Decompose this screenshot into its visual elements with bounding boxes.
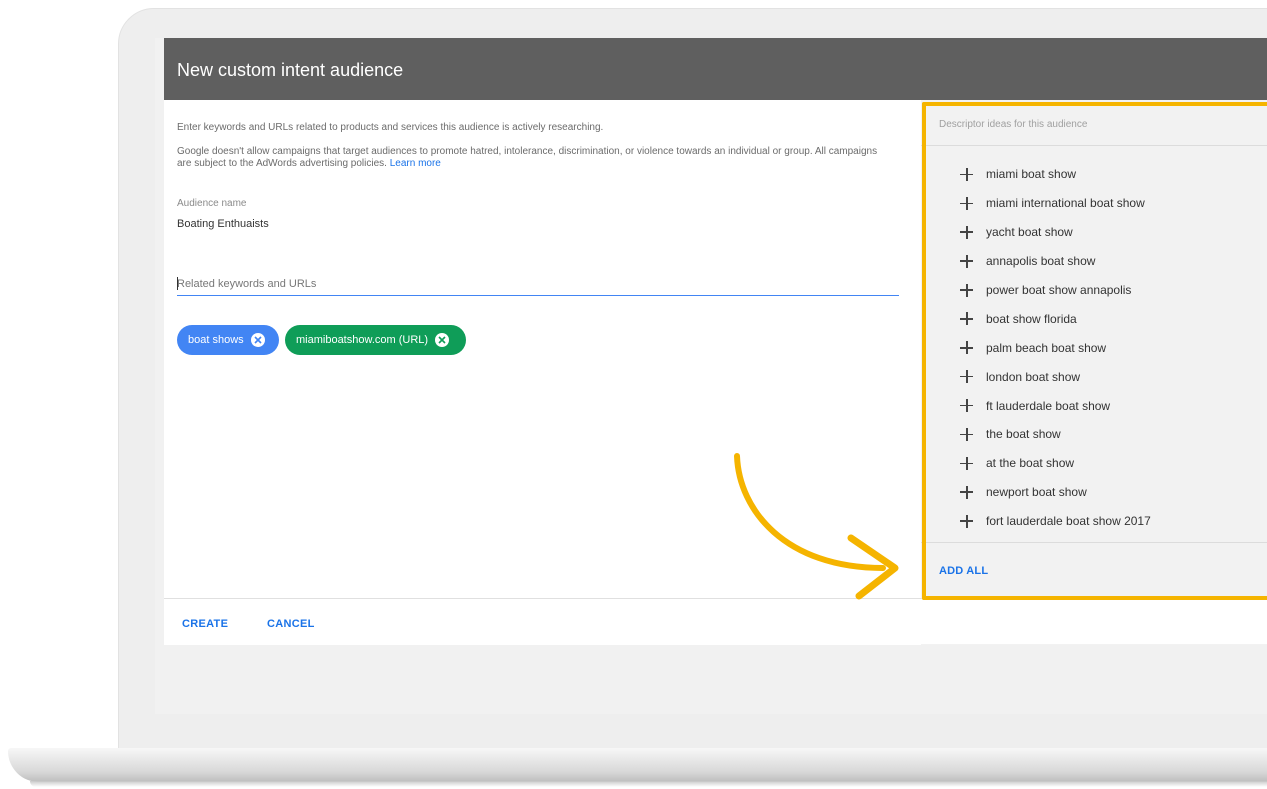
idea-label: yacht boat show	[986, 225, 1073, 240]
descriptor-ideas-panel: Descriptor ideas for this audience miami…	[921, 100, 1267, 645]
idea-label: miami international boat show	[986, 196, 1145, 211]
idea-item[interactable]: london boat show	[921, 362, 1267, 391]
idea-label: fort lauderdale boat show 2017	[986, 514, 1151, 529]
plus-icon[interactable]	[960, 399, 973, 413]
policy-text-body: Google doesn't allow campaigns that targ…	[177, 146, 878, 169]
divider	[921, 542, 1267, 543]
plus-icon[interactable]	[960, 341, 973, 355]
idea-label: ft lauderdale boat show	[986, 398, 1111, 413]
audience-name-label: Audience name	[177, 198, 247, 209]
idea-item[interactable]: newport boat show	[921, 478, 1267, 507]
idea-item[interactable]: fort lauderdale boat show 2017	[921, 507, 1267, 536]
plus-icon[interactable]	[960, 370, 973, 384]
plus-icon[interactable]	[960, 427, 973, 441]
idea-item[interactable]: miami boat show	[921, 160, 1267, 189]
cancel-button[interactable]: CANCEL	[267, 618, 315, 630]
laptop-screen: New custom intent audience Enter keyword…	[155, 38, 1267, 714]
ideas-list: miami boat show miami international boat…	[921, 160, 1267, 536]
dialog-footer: CREATE CANCEL	[164, 598, 1267, 644]
chip-boat-shows[interactable]: boat shows	[177, 325, 279, 355]
create-button[interactable]: CREATE	[182, 618, 228, 630]
idea-label: annapolis boat show	[986, 254, 1096, 269]
ideas-panel-header: Descriptor ideas for this audience	[921, 100, 1267, 146]
chip-remove-icon[interactable]	[250, 333, 265, 347]
idea-label: miami boat show	[986, 167, 1077, 182]
arrow-annotation-icon	[734, 453, 899, 600]
chip-label: miamiboatshow.com (URL)	[296, 334, 429, 346]
idea-label: london boat show	[986, 369, 1081, 384]
policy-text: Google doesn't allow campaigns that targ…	[177, 146, 892, 170]
plus-icon[interactable]	[960, 312, 973, 326]
plus-icon[interactable]	[960, 514, 973, 528]
text-caret	[177, 277, 178, 290]
idea-item[interactable]: the boat show	[921, 420, 1267, 449]
dialog-body: Enter keywords and URLs related to produ…	[164, 100, 1267, 645]
idea-label: boat show florida	[986, 311, 1077, 326]
idea-item[interactable]: boat show florida	[921, 304, 1267, 333]
plus-icon[interactable]	[960, 196, 973, 210]
plus-icon[interactable]	[960, 456, 973, 470]
audience-name-field[interactable]: Boating Enthuaists	[177, 218, 269, 230]
idea-item[interactable]: power boat show annapolis	[921, 276, 1267, 305]
instructions-text: Enter keywords and URLs related to produ…	[177, 122, 604, 133]
add-all-button[interactable]: ADD ALL	[939, 565, 988, 577]
idea-item[interactable]: miami international boat show	[921, 189, 1267, 218]
chip-remove-icon[interactable]	[435, 333, 450, 347]
dialog-header: New custom intent audience	[164, 38, 1267, 100]
idea-item[interactable]: ft lauderdale boat show	[921, 391, 1267, 420]
chip-miamiboatshow-url[interactable]: miamiboatshow.com (URL)	[285, 325, 466, 355]
idea-item[interactable]: annapolis boat show	[921, 247, 1267, 276]
idea-item[interactable]: at the boat show	[921, 449, 1267, 478]
laptop-base-shadow	[30, 781, 1267, 787]
keywords-input[interactable]	[177, 272, 899, 296]
plus-icon[interactable]	[960, 167, 973, 181]
idea-label: at the boat show	[986, 456, 1075, 471]
idea-item[interactable]: yacht boat show	[921, 218, 1267, 247]
chip-label: boat shows	[188, 334, 244, 346]
idea-label: newport boat show	[986, 485, 1087, 500]
plus-icon[interactable]	[960, 225, 973, 239]
plus-icon[interactable]	[960, 485, 973, 499]
idea-item[interactable]: palm beach boat show	[921, 333, 1267, 362]
ideas-panel-title: Descriptor ideas for this audience	[939, 119, 1088, 130]
laptop-base	[8, 748, 1267, 782]
idea-label: palm beach boat show	[986, 340, 1107, 355]
idea-label: power boat show annapolis	[986, 283, 1132, 297]
dialog-title: New custom intent audience	[177, 60, 404, 80]
idea-label: the boat show	[986, 427, 1061, 442]
plus-icon[interactable]	[960, 283, 973, 297]
plus-icon[interactable]	[960, 254, 973, 268]
learn-more-link[interactable]: Learn more	[390, 158, 441, 169]
